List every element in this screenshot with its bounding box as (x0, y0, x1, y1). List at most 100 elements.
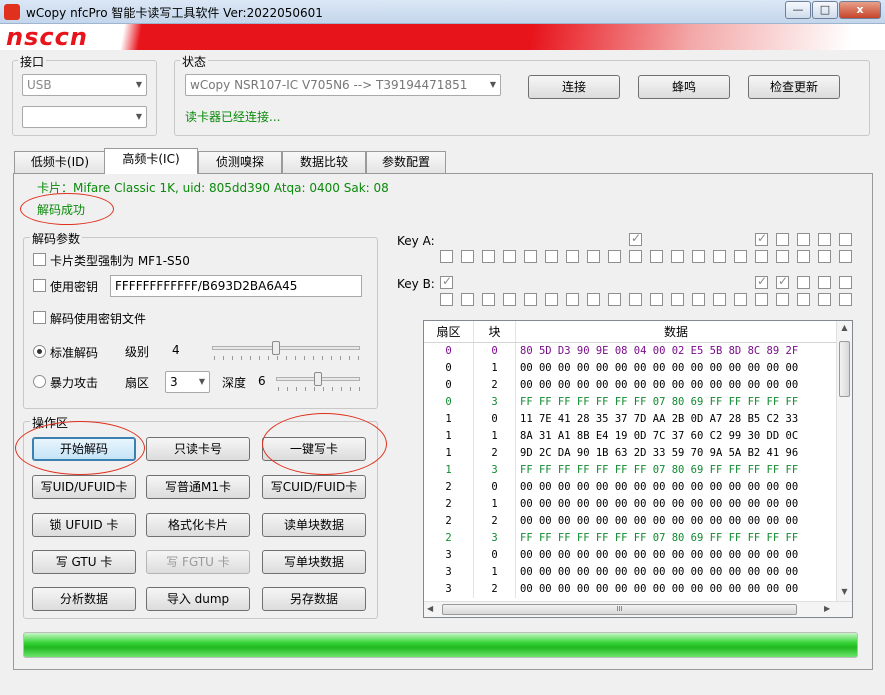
key-b-checkbox[interactable] (797, 293, 810, 306)
device-select[interactable]: wCopy NSR107-IC V705N6 --> T39194471851 … (185, 74, 501, 96)
analyze-data-button[interactable]: 分析数据 (32, 587, 136, 611)
save-as-button[interactable]: 另存数据 (262, 587, 366, 611)
key-b-checkbox[interactable] (755, 293, 768, 306)
table-row[interactable]: 0 2 00 00 00 00 00 00 00 00 00 00 00 00 00… (424, 377, 837, 394)
key-b-checkbox[interactable] (566, 293, 579, 306)
table-row[interactable]: 3 2 00 00 00 00 00 00 00 00 00 00 00 00 00… (424, 581, 837, 598)
key-b-checkbox[interactable] (650, 293, 663, 306)
key-a-upper-checkbox[interactable] (839, 233, 852, 246)
scroll-right-icon[interactable]: ▶ (824, 604, 830, 613)
beep-button[interactable]: 蜂鸣 (638, 75, 730, 99)
standard-decode-radio[interactable] (33, 345, 46, 358)
level-slider-thumb[interactable] (272, 341, 280, 355)
depth-slider-thumb[interactable] (314, 372, 322, 386)
key-a-upper-checkbox[interactable] (776, 233, 789, 246)
key-a-checkbox[interactable] (650, 250, 663, 263)
key-a-checkbox[interactable] (482, 250, 495, 263)
key-a-checkbox[interactable] (461, 250, 474, 263)
write-m1-button[interactable]: 写普通M1卡 (146, 475, 250, 499)
key-b-checkbox[interactable] (734, 293, 747, 306)
connect-button[interactable]: 连接 (528, 75, 620, 99)
write-gtu-button[interactable]: 写 GTU 卡 (32, 550, 136, 574)
table-row[interactable]: 2 3 FF FF FF FF FF FF FF 07 80 69 FF FF FF… (424, 530, 837, 547)
key-b-checkbox[interactable] (482, 293, 495, 306)
use-key-checkbox[interactable] (33, 279, 46, 292)
key-input[interactable]: FFFFFFFFFFFF/B693D2BA6A45 (110, 275, 362, 297)
key-b-checkbox[interactable] (818, 293, 831, 306)
key-a-checkbox[interactable] (797, 250, 810, 263)
key-a-upper-checkbox[interactable] (755, 231, 768, 246)
key-b-upper-checkbox[interactable] (818, 276, 831, 289)
import-dump-button[interactable]: 导入 dump (146, 587, 250, 611)
table-row[interactable]: 1 2 9D 2C DA 90 1B 63 2D 33 59 70 9A 5A B2… (424, 445, 837, 462)
key-b-checkbox[interactable] (839, 293, 852, 306)
table-row[interactable]: 0 1 00 00 00 00 00 00 00 00 00 00 00 00 00… (424, 360, 837, 377)
write-fgtu-button[interactable]: 写 FGTU 卡 (146, 550, 250, 574)
horizontal-scroll-thumb[interactable]: III (442, 604, 797, 615)
key-a-upper-checkbox[interactable] (818, 233, 831, 246)
use-key-file-checkbox[interactable] (33, 311, 46, 324)
table-row[interactable]: 2 2 00 00 00 00 00 00 00 00 00 00 00 00 00… (424, 513, 837, 530)
write-cuid-fuid-button[interactable]: 写CUID/FUID卡 (262, 475, 366, 499)
table-row[interactable]: 1 1 8A 31 A1 8B E4 19 0D 7C 37 60 C2 99 30… (424, 428, 837, 445)
key-b-upper-checkbox[interactable] (776, 274, 789, 289)
key-b-checkbox[interactable] (587, 293, 600, 306)
key-a-checkbox[interactable] (545, 250, 558, 263)
key-a-checkbox[interactable] (524, 250, 537, 263)
key-b-upper-checkbox[interactable] (839, 276, 852, 289)
key-b-checkbox[interactable] (671, 293, 684, 306)
force-type-checkbox[interactable] (33, 253, 46, 266)
table-row[interactable]: 3 0 00 00 00 00 00 00 00 00 00 00 00 00 00… (424, 547, 837, 564)
maximize-button[interactable]: □ (812, 1, 838, 19)
table-row[interactable]: 1 3 FF FF FF FF FF FF FF 07 80 69 FF FF FF… (424, 462, 837, 479)
read-block-button[interactable]: 读单块数据 (262, 513, 366, 537)
key-b-checkbox[interactable] (776, 293, 789, 306)
write-ufuid-button[interactable]: 写UID/UFUID卡 (32, 475, 136, 499)
key-a-checkbox[interactable] (734, 250, 747, 263)
table-row[interactable]: 2 0 00 00 00 00 00 00 00 00 00 00 00 00 00… (424, 479, 837, 496)
header-data[interactable]: 数据 (516, 321, 836, 342)
format-card-button[interactable]: 格式化卡片 (146, 513, 250, 537)
key-b-checkbox[interactable] (713, 293, 726, 306)
key-a-checkbox[interactable] (818, 250, 831, 263)
scroll-left-icon[interactable]: ◀ (427, 604, 433, 613)
key-b-checkbox[interactable] (461, 293, 474, 306)
tab-sniff[interactable]: 侦测嗅探 (198, 151, 282, 173)
key-a-checkbox[interactable] (671, 250, 684, 263)
key-b-upper-checkbox[interactable] (797, 276, 810, 289)
key-a-upper-checkbox[interactable] (797, 233, 810, 246)
key-a-checkbox[interactable] (839, 250, 852, 263)
key-b-checkbox[interactable] (629, 293, 642, 306)
table-row[interactable]: 2 1 00 00 00 00 00 00 00 00 00 00 00 00 00… (424, 496, 837, 513)
key-b-upper-checkbox[interactable] (755, 274, 768, 289)
key-b-checkbox[interactable] (608, 293, 621, 306)
key-b-checkbox[interactable] (524, 293, 537, 306)
brute-attack-radio[interactable] (33, 375, 46, 388)
key-a-upper-checkbox[interactable] (629, 231, 642, 246)
port-secondary-select[interactable]: ▼ (22, 106, 147, 128)
key-a-checkbox[interactable] (566, 250, 579, 263)
scroll-down-icon[interactable]: ▼ (838, 587, 851, 596)
key-a-checkbox[interactable] (755, 250, 768, 263)
header-sector[interactable]: 扇区 (424, 321, 474, 342)
sector-select[interactable]: 3 ▼ (165, 371, 210, 393)
tab-hf-ic[interactable]: 高频卡(IC) (104, 148, 198, 174)
vertical-scroll-thumb[interactable] (839, 341, 850, 397)
table-row[interactable]: 0 3 FF FF FF FF FF FF FF 07 80 69 FF FF FF… (424, 394, 837, 411)
tab-config[interactable]: 参数配置 (366, 151, 446, 173)
key-b-checkbox[interactable] (692, 293, 705, 306)
key-a-checkbox[interactable] (587, 250, 600, 263)
tab-compare[interactable]: 数据比较 (282, 151, 366, 173)
key-a-checkbox[interactable] (503, 250, 516, 263)
key-a-checkbox[interactable] (440, 250, 453, 263)
scroll-up-icon[interactable]: ▲ (838, 323, 851, 332)
key-a-checkbox[interactable] (608, 250, 621, 263)
key-a-checkbox[interactable] (692, 250, 705, 263)
check-update-button[interactable]: 检查更新 (748, 75, 840, 99)
close-button[interactable]: x (839, 1, 881, 19)
key-b-checkbox[interactable] (440, 293, 453, 306)
vertical-scrollbar[interactable]: ▲ ▼ (836, 321, 852, 601)
key-b-checkbox[interactable] (503, 293, 516, 306)
key-a-checkbox[interactable] (776, 250, 789, 263)
table-row[interactable]: 1 0 11 7E 41 28 35 37 7D AA 2B 0D A7 28 B5… (424, 411, 837, 428)
